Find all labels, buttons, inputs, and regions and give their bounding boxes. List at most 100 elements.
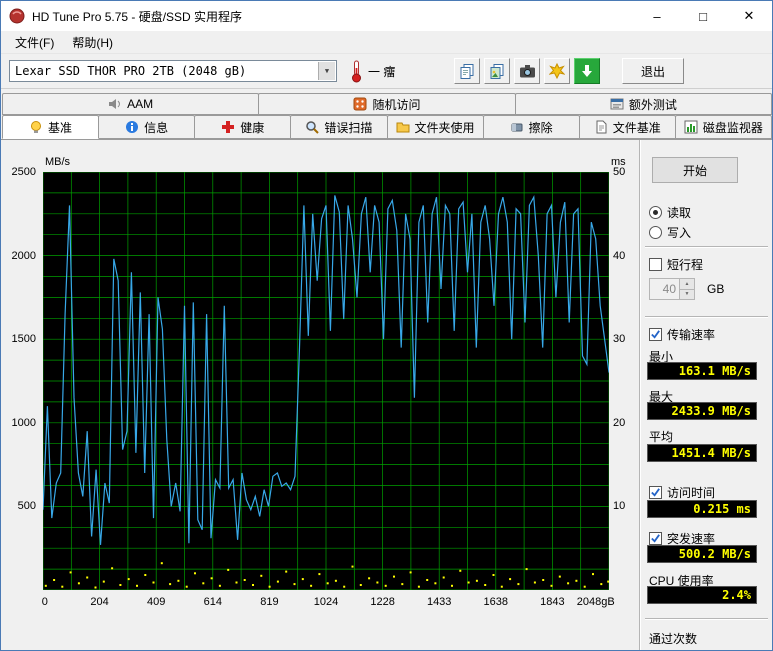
burst-rate-checkbox-box [649, 532, 662, 545]
tab-file-benchmark[interactable]: 文件基准 [578, 115, 676, 139]
copy-pages-icon [460, 64, 474, 79]
health-cross-icon [222, 121, 235, 133]
short-stroke-size-value: 40 [662, 282, 676, 296]
save-results-button[interactable] [544, 58, 570, 84]
tab-health[interactable]: 健康 [194, 115, 292, 139]
tab-disk-monitor[interactable]: 磁盘监视器 [674, 115, 772, 139]
chevron-down-icon[interactable]: ▼ [318, 62, 335, 80]
tab-info[interactable]: 信息 [98, 115, 196, 139]
tab-bar: AAM 随机访问 额外测试 基准 信息 健康 错误扫描 文件夹使用 擦除 文件基… [2, 93, 772, 139]
tab-error-scan[interactable]: 错误扫描 [290, 115, 388, 139]
axis-tick-label: 2048gB [576, 596, 615, 608]
tab-error-scan-label: 错误扫描 [324, 120, 373, 135]
axis-tick-label: 20 [613, 416, 626, 429]
tab-info-label: 信息 [144, 120, 169, 135]
starburst-icon [549, 63, 565, 79]
content: MB/s ms 500 1000 1500 2000 2500 10 20 30 40 50 0… [1, 139, 772, 650]
short-stroke-size-input[interactable]: 40 ▲ ▼ [649, 278, 695, 300]
axis-tick-label: 409 [147, 596, 166, 608]
hdtune-window: HD Tune Pro 5.75 - 硬盘/SSD 实用程序 – □ ✕ 文件(… [0, 0, 773, 651]
minimize-button[interactable]: – [634, 1, 680, 31]
axis-tick-label: 30 [613, 333, 626, 346]
temperature-value: 一 癅 [368, 64, 396, 79]
copy-image-icon [490, 64, 504, 79]
radio-write[interactable]: 写入 [649, 224, 691, 241]
axis-tick-label: 500 [17, 500, 36, 513]
tab-aam[interactable]: AAM [2, 93, 260, 115]
tab-folder-usage[interactable]: 文件夹使用 [386, 115, 484, 139]
side-panel: 开始 读取 写入 短行程 40 ▲ ▼ GB 传输速率 最小 163.1 MB/… [641, 140, 772, 650]
menubar: 文件(F) 帮助(H) [1, 31, 772, 53]
short-stroke-checkbox-box [649, 258, 662, 271]
info-icon [126, 121, 139, 133]
window-controls: – □ ✕ [634, 1, 772, 31]
plot-svg [43, 172, 609, 590]
axis-tick-label: 0 [41, 596, 48, 608]
axis-tick-label: 10 [613, 500, 626, 513]
window-title: HD Tune Pro 5.75 - 硬盘/SSD 实用程序 [32, 9, 243, 24]
access-time-value-display: 0.215 ms [647, 500, 757, 518]
menu-help[interactable]: 帮助(H) [64, 32, 121, 53]
down-arrow-icon [582, 65, 592, 77]
spinner-up-icon[interactable]: ▲ [680, 279, 694, 290]
axis-tick-label: 1500 [11, 333, 36, 346]
tab-row-top: AAM 随机访问 额外测试 [2, 93, 772, 115]
copy-text-button[interactable] [454, 58, 480, 84]
checkbox-short-stroke[interactable]: 短行程 [649, 256, 703, 273]
radio-read[interactable]: 读取 [649, 204, 691, 221]
checkbox-access-time[interactable]: 访问时间 [649, 484, 715, 501]
titlebar: HD Tune Pro 5.75 - 硬盘/SSD 实用程序 – □ ✕ [1, 1, 772, 31]
tab-row-bottom: 基准 信息 健康 错误扫描 文件夹使用 擦除 文件基准 磁盘监视器 [2, 115, 772, 139]
axis-tick-label: 1638 [483, 596, 509, 608]
spinner-down-icon[interactable]: ▼ [680, 289, 694, 299]
device-select[interactable]: Lexar SSD THOR PRO 2TB (2048 gB) ▼ [9, 60, 337, 82]
check-icon [651, 330, 660, 339]
speaker-icon [109, 99, 121, 109]
tab-random-access[interactable]: 随机访问 [258, 93, 516, 115]
chart-area: MB/s ms 500 1000 1500 2000 2500 10 20 30 40 50 0… [1, 140, 640, 650]
device-select-value: Lexar SSD THOR PRO 2TB (2048 gB) [15, 64, 247, 78]
tab-folder-usage-label: 文件夹使用 [414, 120, 475, 135]
axis-tick-label: 204 [90, 596, 109, 608]
tab-disk-monitor-label: 磁盘监视器 [702, 120, 763, 135]
left-axis-title: MB/s [45, 156, 71, 168]
screenshot-button[interactable] [514, 58, 540, 84]
short-stroke-label: 短行程 [667, 258, 704, 272]
radio-read-circle [649, 206, 662, 219]
checkbox-transfer-rate[interactable]: 传输速率 [649, 326, 715, 343]
spinner-buttons: ▲ ▼ [679, 279, 694, 299]
bulb-icon [31, 121, 42, 133]
axis-tick-label: 50 [613, 166, 626, 178]
menu-file[interactable]: 文件(F) [7, 32, 62, 53]
save-button[interactable] [574, 58, 600, 84]
exit-button[interactable]: 退出 [622, 58, 684, 84]
axis-tick-label: 1000 [11, 416, 36, 429]
bar-chart-icon [684, 120, 698, 134]
short-stroke-unit: GB [707, 282, 725, 296]
axis-tick-label: 2500 [11, 166, 36, 178]
tab-benchmark[interactable]: 基准 [2, 115, 100, 139]
copy-image-button[interactable] [484, 58, 510, 84]
start-button[interactable]: 开始 [652, 157, 738, 183]
separator [645, 316, 768, 318]
axis-tick-label: 614 [203, 596, 222, 608]
folder-icon [396, 122, 410, 133]
close-button[interactable]: ✕ [726, 1, 772, 31]
tab-health-label: 健康 [240, 120, 265, 135]
x-axis-labels: 0 204 409 614 819 1024 1228 1433 1638 1843 2048gB [41, 596, 615, 610]
left-axis-labels: 500 1000 1500 2000 2500 [1, 166, 39, 590]
radio-write-label: 写入 [667, 226, 692, 240]
tab-erase[interactable]: 擦除 [482, 115, 580, 139]
transfer-rate-checkbox-box [649, 328, 662, 341]
avg-value-display: 1451.4 MB/s [647, 444, 757, 462]
maximize-button[interactable]: □ [680, 1, 726, 31]
tab-extra-tests-label: 额外测试 [628, 97, 677, 112]
axis-tick-label: 1024 [313, 596, 339, 608]
check-icon [651, 534, 660, 543]
tab-benchmark-label: 基准 [48, 120, 73, 135]
pass-count-label: 通过次数 [649, 632, 698, 646]
checklist-icon [610, 98, 624, 110]
app-icon [9, 8, 25, 24]
axis-tick-label: 819 [260, 596, 279, 608]
tab-extra-tests[interactable]: 额外测试 [514, 93, 772, 115]
